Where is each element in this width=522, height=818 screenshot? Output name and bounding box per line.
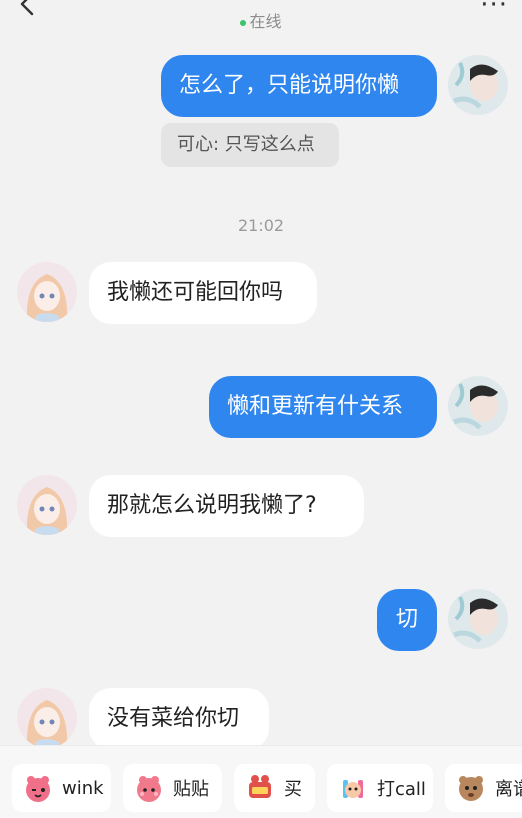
online-status-label: 在线 <box>249 12 282 31</box>
my-avatar[interactable] <box>448 589 508 649</box>
message-text: 怎么了，只能说明你懒 <box>179 73 400 98</box>
message-text: 没有菜给你切 <box>107 706 240 731</box>
buy-sticker-icon <box>244 772 276 804</box>
quick-action-label: 离谱 <box>495 779 522 800</box>
quick-action-wink[interactable]: wink <box>12 764 111 812</box>
quick-action-hug[interactable]: 贴贴 <box>123 764 222 812</box>
my-avatar[interactable] <box>448 376 508 436</box>
cheer-sticker-icon <box>337 772 369 804</box>
message-bubble-incoming[interactable]: 那就怎么说明我懒了? <box>89 475 364 537</box>
message-bubble-outgoing[interactable]: 怎么了，只能说明你懒 <box>161 55 437 117</box>
quick-action-absurd[interactable]: 离谱 <box>445 764 522 812</box>
message-text: 那就怎么说明我懒了? <box>107 493 317 518</box>
wink-sticker-icon <box>22 772 54 804</box>
contact-avatar[interactable] <box>17 262 77 322</box>
online-dot <box>240 19 247 26</box>
online-status: 在线 <box>0 8 522 32</box>
quick-action-label: 打call <box>377 779 426 800</box>
contact-avatar[interactable] <box>17 688 77 748</box>
message-bubble-outgoing[interactable]: 懒和更新有什关系 <box>209 376 437 438</box>
message-timestamp: 21:02 <box>237 216 285 235</box>
more-options-icon[interactable]: ··· <box>480 0 508 20</box>
quick-action-cheer[interactable]: 打call <box>327 764 433 812</box>
hug-sticker-icon <box>133 772 165 804</box>
quick-action-label: 买 <box>284 779 302 800</box>
quick-action-buy[interactable]: 买 <box>234 764 315 812</box>
contact-avatar[interactable] <box>17 475 77 535</box>
quoted-message[interactable]: 可心: 只写这么点 <box>161 123 339 167</box>
quick-action-label: 贴贴 <box>173 779 209 800</box>
absurd-sticker-icon <box>455 772 487 804</box>
chat-header: 在线 ··· <box>0 0 522 36</box>
my-avatar[interactable] <box>448 55 508 115</box>
message-bubble-outgoing[interactable]: 切 <box>377 589 437 651</box>
message-text: 懒和更新有什关系 <box>227 394 404 419</box>
message-text: 切 <box>395 607 418 632</box>
message-bubble-incoming[interactable]: 我懒还可能回你吗 <box>89 262 317 324</box>
message-text: 我懒还可能回你吗 <box>107 280 284 305</box>
quick-action-label: wink <box>62 777 104 799</box>
quick-sticker-bar: wink 贴贴 买 打call 离谱 <box>0 745 522 818</box>
message-bubble-incoming[interactable]: 没有菜给你切 <box>89 688 269 750</box>
